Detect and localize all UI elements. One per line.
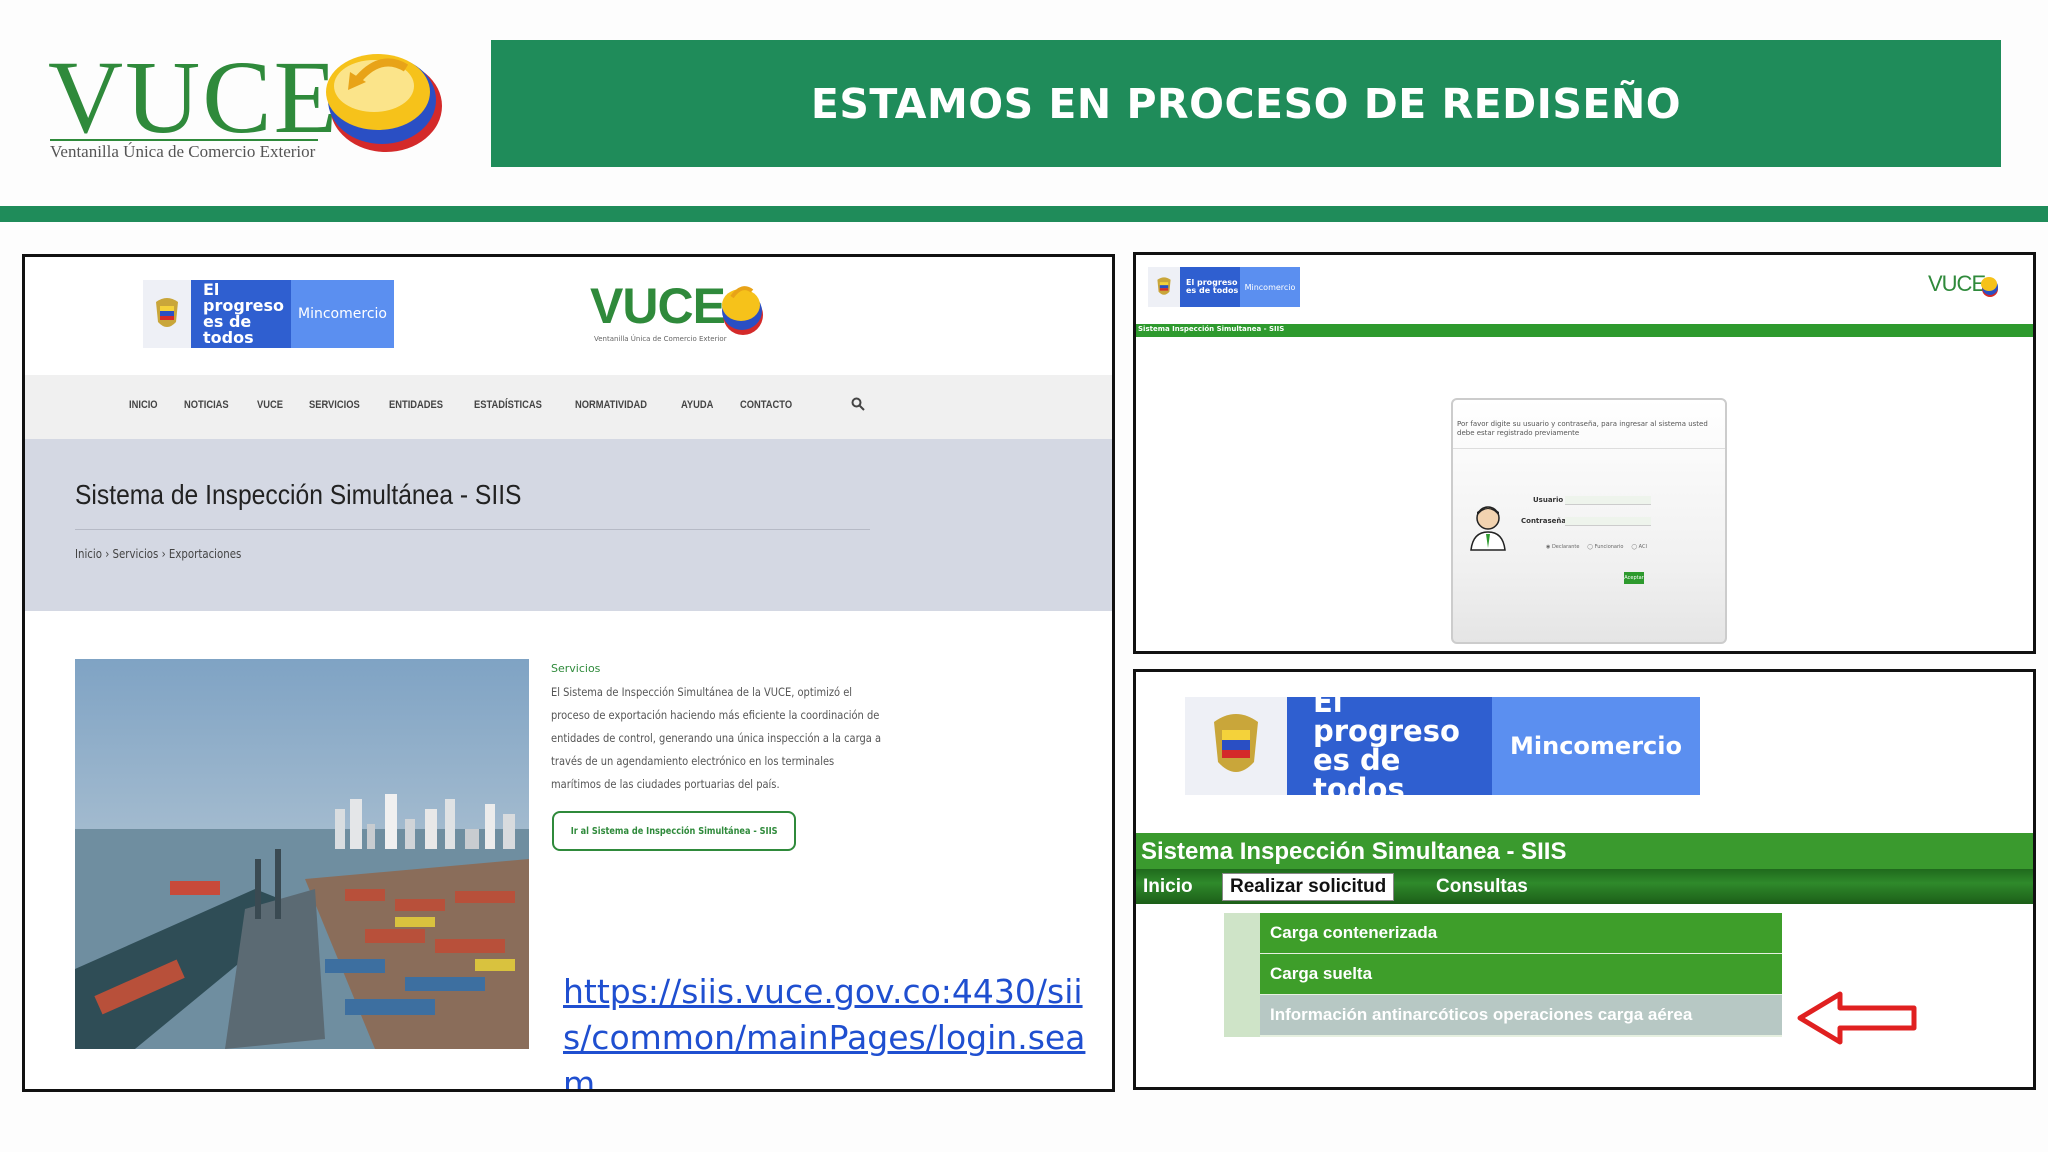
app-menubar: Inicio Realizar solicitud Consultas	[1136, 869, 2033, 904]
radio-declarante[interactable]: Declarante	[1546, 544, 1579, 550]
user-avatar-icon	[1470, 506, 1506, 551]
dropdown-item-label: Información antinarcóticos operaciones c…	[1260, 995, 1782, 1037]
gov-logo-slogan: El progreso es de todos	[1287, 688, 1492, 804]
coat-of-arms-icon	[1185, 697, 1287, 795]
menu-inicio[interactable]: Inicio	[1136, 873, 1200, 901]
slogan-line-1: El progreso	[203, 280, 285, 315]
login-message: Por favor digite su usuario y contraseña…	[1457, 420, 1708, 437]
vuce-logo-underline	[50, 139, 318, 141]
vuce-logo: VUCE Ventanilla Única de Comercio Exteri…	[48, 42, 448, 172]
banner-text: ESTAMOS EN PROCESO DE REDISEÑO	[810, 79, 1682, 128]
site-nav: INICIO NOTICIAS VUCE SERVICIOS ENTIDADES…	[25, 375, 1112, 439]
gov-logo[interactable]: El progreso es de todos Mincomercio	[143, 280, 394, 348]
menu-realizar-solicitud[interactable]: Realizar solicitud	[1222, 873, 1395, 901]
slogan-line-2: es de todos	[1313, 743, 1405, 806]
service-description: El Sistema de Inspección Simultánea de l…	[551, 685, 882, 791]
dropdown-item-antinarcoticos[interactable]: Información antinarcóticos operaciones c…	[1224, 995, 1782, 1037]
nav-item-estadisticas[interactable]: ESTADÍSTICAS	[474, 399, 542, 411]
ministry-label: Mincomercio	[1240, 267, 1300, 307]
nav-item-vuce[interactable]: VUCE	[257, 399, 283, 411]
breadcrumb[interactable]: Inicio › Servicios › Exportaciones	[75, 547, 241, 561]
login-submit-button[interactable]: Aceptar	[1624, 572, 1644, 584]
radio-funcionario[interactable]: Funcionario	[1587, 544, 1624, 550]
nav-item-servicios[interactable]: SERVICIOS	[309, 399, 360, 411]
nav-item-noticias[interactable]: NOTICIAS	[184, 399, 229, 411]
redesign-banner: ESTAMOS EN PROCESO DE REDISEÑO	[491, 40, 2001, 167]
username-input[interactable]	[1565, 496, 1651, 505]
slogan-line-2: es de todos	[203, 312, 254, 347]
app-title-bar: Sistema Inspección Simultanea - SIIS	[1136, 833, 2033, 869]
port-photo	[75, 659, 529, 1049]
gov-logo[interactable]: El progreso es de todos Mincomercio	[1185, 688, 1700, 804]
dropdown-item-carga-contenerizada[interactable]: Carga contenerizada	[1224, 913, 1782, 955]
gov-logo-slogan: El progreso es de todos	[191, 280, 291, 348]
menu-consultas[interactable]: Consultas	[1429, 873, 1535, 901]
app-title: Sistema Inspección Simultanea - SIIS	[1138, 325, 1285, 333]
website-screenshot-panel: El progreso es de todos Mincomercio VUCE…	[22, 254, 1115, 1092]
vuce-swirl-icon	[1981, 277, 1998, 297]
site-vuce-word: VUCE	[590, 278, 726, 334]
gov-logo-slogan: El progreso es de todos	[1180, 267, 1240, 307]
dropdown-item-label: Carga contenerizada	[1260, 913, 1782, 955]
ministry-label: Mincomercio	[291, 280, 394, 348]
title-divider	[75, 529, 870, 530]
slogan-line-1: El progreso	[1313, 685, 1460, 748]
vuce-logo-word: VUCE	[48, 40, 340, 155]
nav-item-entidades[interactable]: ENTIDADES	[389, 399, 443, 411]
user-type-radios: Declarante Funcionario ACI	[1546, 544, 1647, 550]
nav-item-contacto[interactable]: CONTACTO	[740, 399, 792, 411]
app-title: Sistema Inspección Simultanea - SIIS	[1141, 838, 1567, 865]
password-input[interactable]	[1565, 517, 1651, 526]
password-label: Contraseña	[1521, 517, 1567, 525]
dropdown-item-label: Carga suelta	[1260, 954, 1782, 996]
login-screenshot-panel: El progreso es de todos Mincomercio VUCE…	[1133, 252, 2036, 654]
radio-aci[interactable]: ACI	[1631, 544, 1647, 550]
dropdown-gutter	[1224, 995, 1260, 1037]
go-to-siis-button[interactable]: Ir al Sistema de Inspección Simultánea -…	[552, 811, 796, 851]
pointer-arrow-icon	[1797, 991, 1917, 1045]
site-vuce-logo[interactable]: VUCE Ventanilla Única de Comercio Exteri…	[590, 277, 790, 347]
solicitud-dropdown: Carga contenerizada Carga suelta Informa…	[1224, 913, 1782, 1037]
coat-of-arms-icon	[1148, 267, 1180, 307]
nav-item-ayuda[interactable]: AYUDA	[681, 399, 713, 411]
username-label: Usuario	[1533, 496, 1564, 504]
site-vuce-subtitle: Ventanilla Única de Comercio Exterior	[594, 335, 727, 343]
ministry-label: Mincomercio	[1492, 697, 1700, 795]
section-label: Servicios	[551, 662, 601, 675]
go-to-siis-label: Ir al Sistema de Inspección Simultánea -…	[570, 825, 778, 837]
app-title-bar: Sistema Inspección Simultanea - SIIS	[1136, 324, 2033, 337]
nav-item-normatividad[interactable]: NORMATIVIDAD	[575, 399, 647, 411]
site-header: El progreso es de todos Mincomercio VUCE…	[25, 257, 1112, 375]
gov-logo[interactable]: El progreso es de todos Mincomercio	[1148, 267, 1300, 307]
dropdown-gutter	[1224, 954, 1260, 996]
coat-of-arms-icon	[143, 280, 191, 348]
nav-item-inicio[interactable]: INICIO	[129, 399, 158, 411]
header-divider	[0, 206, 2048, 222]
vuce-logo-small[interactable]: VUCE	[1928, 271, 2008, 303]
vuce-logo-small-word: VUCE	[1928, 271, 1986, 296]
slogan-line-2: es de todos	[1186, 286, 1239, 295]
menu-screenshot-panel: El progreso es de todos Mincomercio Sist…	[1133, 669, 2036, 1090]
siis-login-link[interactable]: https://siis.vuce.gov.co:4430/siis/commo…	[563, 969, 1108, 1089]
login-divider	[1453, 448, 1725, 449]
dropdown-gutter	[1224, 913, 1260, 955]
search-icon[interactable]	[851, 397, 865, 411]
vuce-logo-subtitle: Ventanilla Única de Comercio Exterior	[50, 142, 316, 161]
login-card: Por favor digite su usuario y contraseña…	[1451, 398, 1727, 644]
vuce-swirl-icon	[326, 54, 442, 152]
page-title: Sistema de Inspección Simultánea - SIIS	[75, 479, 522, 510]
vuce-swirl-icon	[722, 286, 763, 335]
nav-list: INICIO NOTICIAS VUCE SERVICIOS ENTIDADES…	[129, 399, 822, 411]
dropdown-item-carga-suelta[interactable]: Carga suelta	[1224, 954, 1782, 996]
page-hero: Sistema de Inspección Simultánea - SIIS …	[25, 439, 1112, 611]
